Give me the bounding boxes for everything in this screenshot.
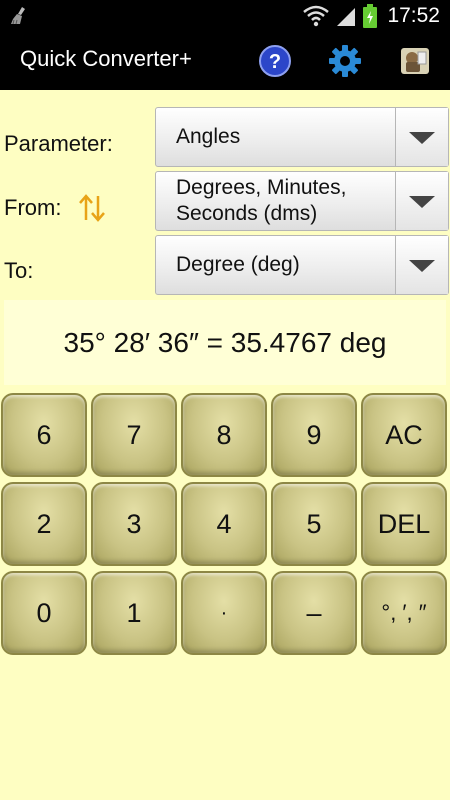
key-6[interactable]: 6	[1, 393, 87, 477]
dropdown-icon	[409, 132, 435, 144]
key-2[interactable]: 2	[1, 482, 87, 566]
to-dropdown-button[interactable]	[395, 236, 448, 294]
to-unit-value: Degree (deg)	[176, 253, 300, 276]
parameter-dropdown-button[interactable]	[395, 108, 448, 166]
broom-icon	[11, 7, 25, 25]
from-unit-value: Degrees, Minutes, Seconds (dms)	[176, 172, 393, 230]
key-dms-symbols[interactable]: °, ′, ″	[361, 571, 447, 655]
dropdown-icon	[409, 196, 435, 208]
status-bar: 17:52	[0, 0, 450, 32]
svg-text:?: ?	[269, 51, 281, 73]
from-unit-line2: Seconds (dms)	[176, 202, 318, 225]
parameter-label: Parameter:	[4, 131, 113, 156]
to-unit-select[interactable]: Degree (deg)	[155, 235, 449, 295]
dropdown-icon	[409, 260, 435, 272]
app-title: Quick Converter+	[20, 46, 192, 71]
key-4[interactable]: 4	[181, 482, 267, 566]
from-label: From:	[4, 195, 62, 220]
app-icon[interactable]	[398, 44, 432, 78]
key-1[interactable]: 1	[91, 571, 177, 655]
key-3[interactable]: 3	[91, 482, 177, 566]
settings-icon[interactable]	[328, 44, 362, 78]
from-unit-line1: Degrees, Minutes,	[176, 176, 347, 199]
key-7[interactable]: 7	[91, 393, 177, 477]
battery-icon	[363, 4, 378, 28]
key-decimal[interactable]: ·	[181, 571, 267, 655]
key-8[interactable]: 8	[181, 393, 267, 477]
parameter-value: Angles	[176, 125, 241, 148]
result-display: 35° 28′ 36″ = 35.4767 deg	[4, 300, 446, 385]
key-ac[interactable]: AC	[361, 393, 447, 477]
key-5[interactable]: 5	[271, 482, 357, 566]
key-minus[interactable]: –	[271, 571, 357, 655]
signal-icon	[337, 8, 356, 26]
action-bar: Quick Converter+ ?	[0, 32, 450, 90]
swap-icon[interactable]	[78, 193, 106, 223]
parameter-select[interactable]: Angles	[155, 107, 449, 167]
to-label: To:	[4, 258, 34, 283]
key-del[interactable]: DEL	[361, 482, 447, 566]
key-0[interactable]: 0	[1, 571, 87, 655]
keypad: 6 7 8 9 AC 2 3 4 5 DEL 0 1 · – °, ′, ″	[0, 390, 450, 800]
help-icon[interactable]: ?	[258, 44, 292, 78]
wifi-icon	[303, 5, 330, 27]
from-dropdown-button[interactable]	[395, 172, 448, 230]
from-unit-select[interactable]: Degrees, Minutes, Seconds (dms)	[155, 171, 449, 231]
key-9[interactable]: 9	[271, 393, 357, 477]
clock: 17:52	[387, 4, 440, 27]
